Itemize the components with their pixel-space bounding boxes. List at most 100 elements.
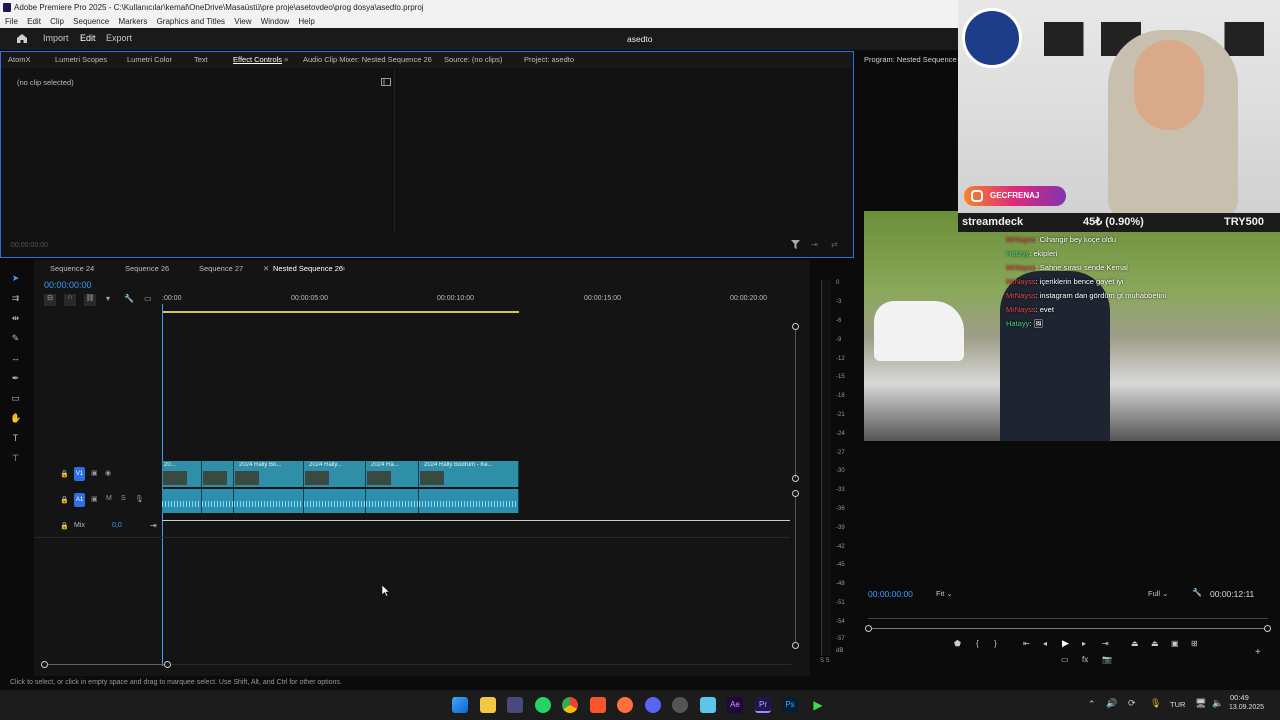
wrench-icon[interactable]: 🔧 — [124, 294, 134, 303]
zoom-handle-right[interactable] — [164, 661, 171, 668]
premiere-pro-icon[interactable]: Pr — [755, 697, 771, 713]
zoom-handle-right[interactable] — [1264, 625, 1271, 632]
step-forward-icon[interactable]: ▸ — [1082, 639, 1086, 648]
tray-app-icon[interactable]: ⟳ — [1128, 698, 1136, 709]
vpn-icon[interactable] — [700, 697, 716, 713]
after-effects-icon[interactable]: Ae — [727, 697, 743, 713]
lock-icon[interactable]: 🔒 — [60, 522, 69, 530]
edit-tab[interactable]: Edit — [80, 33, 96, 43]
video-clip[interactable]: 2024 Rally... — [304, 461, 366, 487]
brave-icon[interactable] — [590, 697, 606, 713]
audio-clip[interactable] — [304, 489, 366, 513]
close-tab-icon[interactable]: ✕ — [263, 264, 269, 273]
quality-dropdown[interactable]: Full ⌄ — [1148, 589, 1168, 598]
tab-lumetri-scopes[interactable]: Lumetri Scopes — [55, 55, 107, 64]
mark-out-icon[interactable]: } — [994, 639, 997, 648]
video-clip[interactable]: 20... — [162, 461, 202, 487]
tab-sequence-26[interactable]: Sequence 26 — [125, 264, 169, 273]
sync-lock-icon[interactable]: ▣ — [91, 469, 98, 477]
menu-graphics-and-titles[interactable]: Graphics and Titles — [157, 17, 225, 26]
program-ruler[interactable] — [868, 613, 1268, 619]
track-select-tool-icon[interactable]: ⇉ — [10, 293, 21, 303]
horizontal-scrollbar[interactable] — [48, 664, 164, 665]
play-icon[interactable]: ▶ — [1062, 638, 1069, 649]
menu-help[interactable]: Help — [298, 17, 314, 26]
wrench-icon[interactable]: 🔧 — [1192, 588, 1202, 597]
audio-clip[interactable] — [234, 489, 304, 513]
lock-icon[interactable]: 🔒 — [60, 496, 69, 504]
timeline-timecode[interactable]: 00:00:00:00 — [44, 280, 92, 290]
vertical-scrollbar[interactable] — [795, 497, 796, 643]
play-only-audio-icon[interactable]: ⇥ — [811, 240, 818, 249]
tab-menu-icon[interactable]: ≡ — [341, 264, 345, 273]
tab-atomx[interactable]: AtomX — [8, 55, 31, 64]
menu-sequence[interactable]: Sequence — [73, 17, 109, 26]
a1-target[interactable]: A1 — [74, 493, 85, 507]
tab-program[interactable]: Program: Nested Sequence 26 — [864, 55, 967, 64]
go-to-in-icon[interactable]: ⇤ — [1023, 639, 1030, 648]
volume-icon[interactable]: 🔊 — [1106, 698, 1117, 709]
scroll-handle[interactable] — [792, 490, 799, 497]
home-icon[interactable] — [16, 33, 28, 44]
windows-start-icon[interactable] — [452, 697, 468, 713]
import-tab[interactable]: Import — [43, 33, 69, 43]
nest-toggle-icon[interactable]: ⊟ — [44, 294, 56, 306]
tab-lumetri-color[interactable]: Lumetri Color — [127, 55, 172, 64]
video-clip[interactable] — [202, 461, 234, 487]
zoom-handle-left[interactable] — [41, 661, 48, 668]
whatsapp-icon[interactable] — [535, 697, 551, 713]
lock-icon[interactable]: 🔒 — [60, 470, 69, 478]
mix-volume-value[interactable]: 0,0 — [112, 522, 122, 529]
video-clip[interactable]: 2024 Rally Bodrum - Ke... — [419, 461, 519, 487]
scroll-handle[interactable] — [792, 475, 799, 482]
work-area-bar[interactable] — [163, 311, 519, 313]
linked-selection-icon[interactable]: ⛓ — [84, 294, 96, 306]
extract-icon[interactable]: ⏏ — [1151, 639, 1159, 648]
speaker-icon[interactable]: 🔈 — [1212, 698, 1223, 709]
caption-tool-icon[interactable]: ⊤ — [10, 453, 21, 463]
add-marker-icon[interactable]: ⬟ — [954, 639, 961, 648]
video-clip[interactable]: 2024 Rally Bo... — [234, 461, 304, 487]
mark-in-icon[interactable]: { — [976, 639, 979, 648]
steam-icon[interactable] — [672, 697, 688, 713]
language-indicator[interactable]: TUR — [1170, 700, 1185, 709]
tab-sequence-27[interactable]: Sequence 27 — [199, 264, 243, 273]
add-button-icon[interactable]: + — [1255, 647, 1261, 658]
export-tab[interactable]: Export — [106, 33, 132, 43]
snap-icon[interactable]: ∩ — [64, 294, 76, 306]
tab-sequence-24[interactable]: Sequence 24 — [50, 264, 94, 273]
tab-source[interactable]: Source: (no clips) — [444, 55, 502, 64]
meter-solo-buttons[interactable]: S S — [820, 658, 830, 664]
menu-edit[interactable]: Edit — [27, 17, 41, 26]
rectangle-tool-icon[interactable]: ▭ — [10, 393, 21, 403]
program-timecode[interactable]: 00:00:00:00 — [868, 589, 913, 599]
tab-nested-sequence-26[interactable]: Nested Sequence 26 — [273, 264, 343, 273]
tab-effect-controls[interactable]: Effect Controls — [233, 55, 282, 64]
tab-audio-clip-mixer[interactable]: Audio Clip Mixer: Nested Sequence 26 — [303, 55, 432, 64]
chevron-up-icon[interactable]: ⌃ — [1088, 699, 1096, 710]
snipping-tool-icon[interactable] — [507, 697, 523, 713]
clock-date[interactable]: 13.09.2025 — [1229, 704, 1264, 711]
tab-text[interactable]: Text — [194, 55, 208, 64]
safe-margins-icon[interactable]: ▭ — [1061, 655, 1069, 664]
clock-time[interactable]: 00:49 — [1230, 693, 1249, 702]
slip-tool-icon[interactable]: ↔ — [10, 353, 21, 363]
file-explorer-icon[interactable] — [480, 697, 496, 713]
chrome-icon[interactable] — [562, 697, 578, 713]
network-icon[interactable]: 🖥 — [1195, 698, 1206, 709]
eye-icon[interactable]: ◉ — [105, 469, 111, 477]
mute-button[interactable]: M — [106, 495, 112, 502]
menu-window[interactable]: Window — [261, 17, 289, 26]
ripple-edit-tool-icon[interactable]: ⇹ — [10, 313, 21, 323]
microphone-icon[interactable]: 🎙 — [1150, 698, 1161, 709]
solo-button[interactable]: S — [121, 495, 126, 502]
camera-icon[interactable]: 📷 — [1102, 655, 1112, 664]
selection-tool-icon[interactable]: ➤ — [10, 273, 21, 283]
fx-icon[interactable]: fx — [1082, 655, 1088, 664]
menu-markers[interactable]: Markers — [118, 17, 147, 26]
menu-file[interactable]: File — [5, 17, 18, 26]
program-zoom-bar[interactable] — [872, 628, 1265, 629]
audio-clip[interactable] — [202, 489, 234, 513]
sync-lock-icon[interactable]: ▣ — [91, 495, 98, 503]
discord-icon[interactable] — [645, 697, 661, 713]
